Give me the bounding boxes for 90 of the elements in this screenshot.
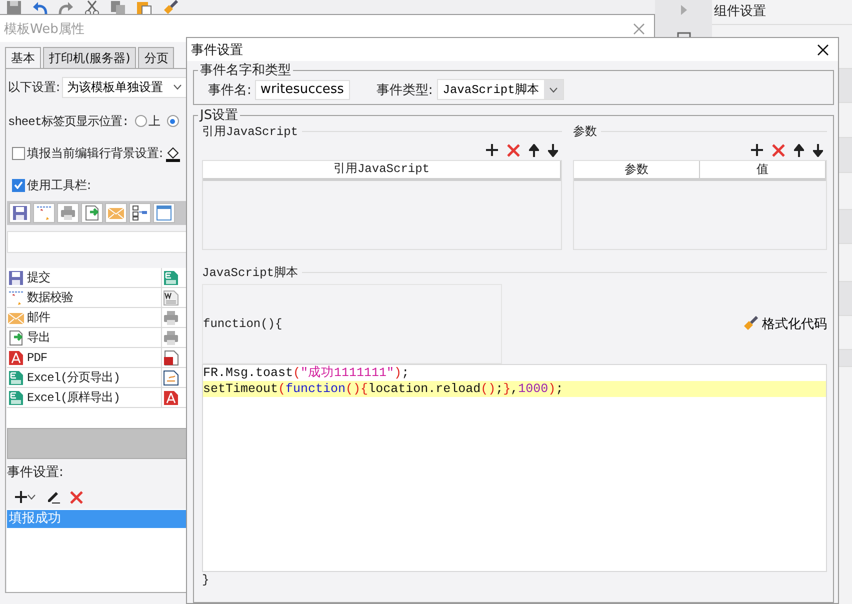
group-title: JS设置 [198, 108, 240, 123]
field-label: 以下设置: [8, 78, 60, 96]
pencil-icon [36, 205, 52, 221]
delete-button[interactable] [70, 490, 83, 504]
close-icon [817, 44, 829, 56]
radio-button[interactable] [166, 115, 179, 127]
checkbox-label: 使用工具栏: [27, 176, 92, 194]
code-line: FR.Msg.toast("成功1111111"); [203, 365, 410, 381]
move-up-button[interactable] [529, 144, 539, 156]
move-up-button[interactable] [794, 144, 804, 156]
plus-icon [486, 144, 498, 156]
arrow-down-icon [813, 144, 823, 156]
radio-button[interactable] [134, 115, 147, 127]
caret-icon [27, 494, 36, 500]
list-item[interactable]: 导出 [7, 328, 162, 348]
document-icon [163, 290, 179, 306]
brush-icon [742, 316, 758, 332]
add-button[interactable] [486, 144, 498, 156]
caret-icon [548, 86, 558, 92]
delete-icon [70, 490, 83, 504]
arrow-down-icon [548, 144, 558, 156]
edit-button[interactable] [46, 490, 60, 504]
triangle-right-icon [680, 4, 688, 16]
scissors-icon [84, 0, 100, 16]
format-code-button[interactable]: 格式化代码 [742, 315, 827, 333]
move-down-button[interactable] [813, 144, 823, 156]
event-type-dropdown[interactable]: JavaScript脚本 [436, 79, 564, 100]
arrow-up-icon [794, 144, 804, 156]
toolbar-button[interactable] [129, 203, 151, 223]
delete-button[interactable] [772, 144, 785, 156]
toolbar-button[interactable] [9, 203, 31, 223]
brush-icon [162, 0, 178, 16]
redo-icon [58, 0, 74, 16]
window-title: 事件设置 [191, 42, 243, 58]
tab[interactable]: 基本 [5, 47, 41, 68]
toolbar-button[interactable] [81, 203, 103, 223]
list-item[interactable]: 提交 [7, 268, 162, 288]
checkbox[interactable] [12, 178, 25, 192]
move-down-button[interactable] [548, 144, 558, 156]
delete-button[interactable] [507, 144, 520, 156]
column-header: 参数 [574, 161, 700, 178]
field-label: 事件类型: [376, 82, 433, 98]
tab[interactable]: 分页 [138, 47, 174, 68]
caret-icon [173, 84, 182, 90]
section-title: JavaScript脚本 [202, 265, 298, 281]
section-title: 引用JavaScript [202, 124, 298, 140]
section-title: 参数 [573, 123, 597, 140]
section-label: 事件设置: [7, 464, 64, 481]
code-editor[interactable]: FR.Msg.toast("成功1111111"); setTimeout(function(){location.reload();},1000); [202, 364, 827, 572]
code-footer: } [202, 572, 210, 588]
add-button[interactable] [15, 491, 36, 503]
checkbox[interactable] [12, 146, 25, 160]
document-arrow-icon [8, 330, 24, 346]
list-item[interactable]: 数据校验 [7, 288, 162, 308]
tree-icon [132, 205, 148, 221]
column-header: 值 [700, 161, 826, 178]
document-arrow-icon [84, 205, 100, 221]
spreadsheet-icon [8, 390, 24, 406]
undo-icon [32, 0, 48, 16]
toolbar-button[interactable] [153, 203, 175, 223]
spreadsheet-icon [8, 370, 24, 386]
pencil-icon [8, 290, 24, 306]
pdf-icon [8, 350, 24, 366]
code-header: function(){ [202, 284, 502, 364]
column-header: 引用JavaScript [203, 161, 561, 178]
window-icon [156, 205, 172, 221]
group-title: 事件名字和类型 [199, 63, 292, 78]
plus-icon [751, 144, 763, 156]
pencil-icon [46, 490, 60, 504]
field-label: sheet标签页显示位置: [8, 114, 129, 130]
plus-icon [15, 491, 27, 503]
settings-dropdown[interactable]: 为该模板单独设置 [62, 76, 188, 98]
event-name-field[interactable]: writesuccess [255, 80, 350, 100]
add-button[interactable] [751, 144, 763, 156]
window-title: 模板Web属性 [4, 20, 84, 38]
delete-icon [507, 144, 520, 156]
list-item[interactable]: 邮件 [7, 308, 162, 328]
field-label: 事件名: [208, 82, 252, 98]
checkbox-label: 填报当前编辑行背景设置: [27, 144, 164, 162]
list-item[interactable]: Excel(原样导出) [7, 388, 162, 408]
close-icon [633, 22, 645, 34]
list-item[interactable]: PDF [7, 348, 162, 368]
delete-icon [772, 144, 785, 156]
printer-icon [60, 205, 76, 221]
tab[interactable]: 打印机(服务器) [43, 47, 136, 68]
toolbar-button[interactable] [33, 203, 55, 223]
arrow-up-icon [529, 144, 539, 156]
radio-label: 上 [148, 112, 161, 130]
panel-icon [676, 32, 690, 38]
envelope-icon [108, 205, 124, 221]
